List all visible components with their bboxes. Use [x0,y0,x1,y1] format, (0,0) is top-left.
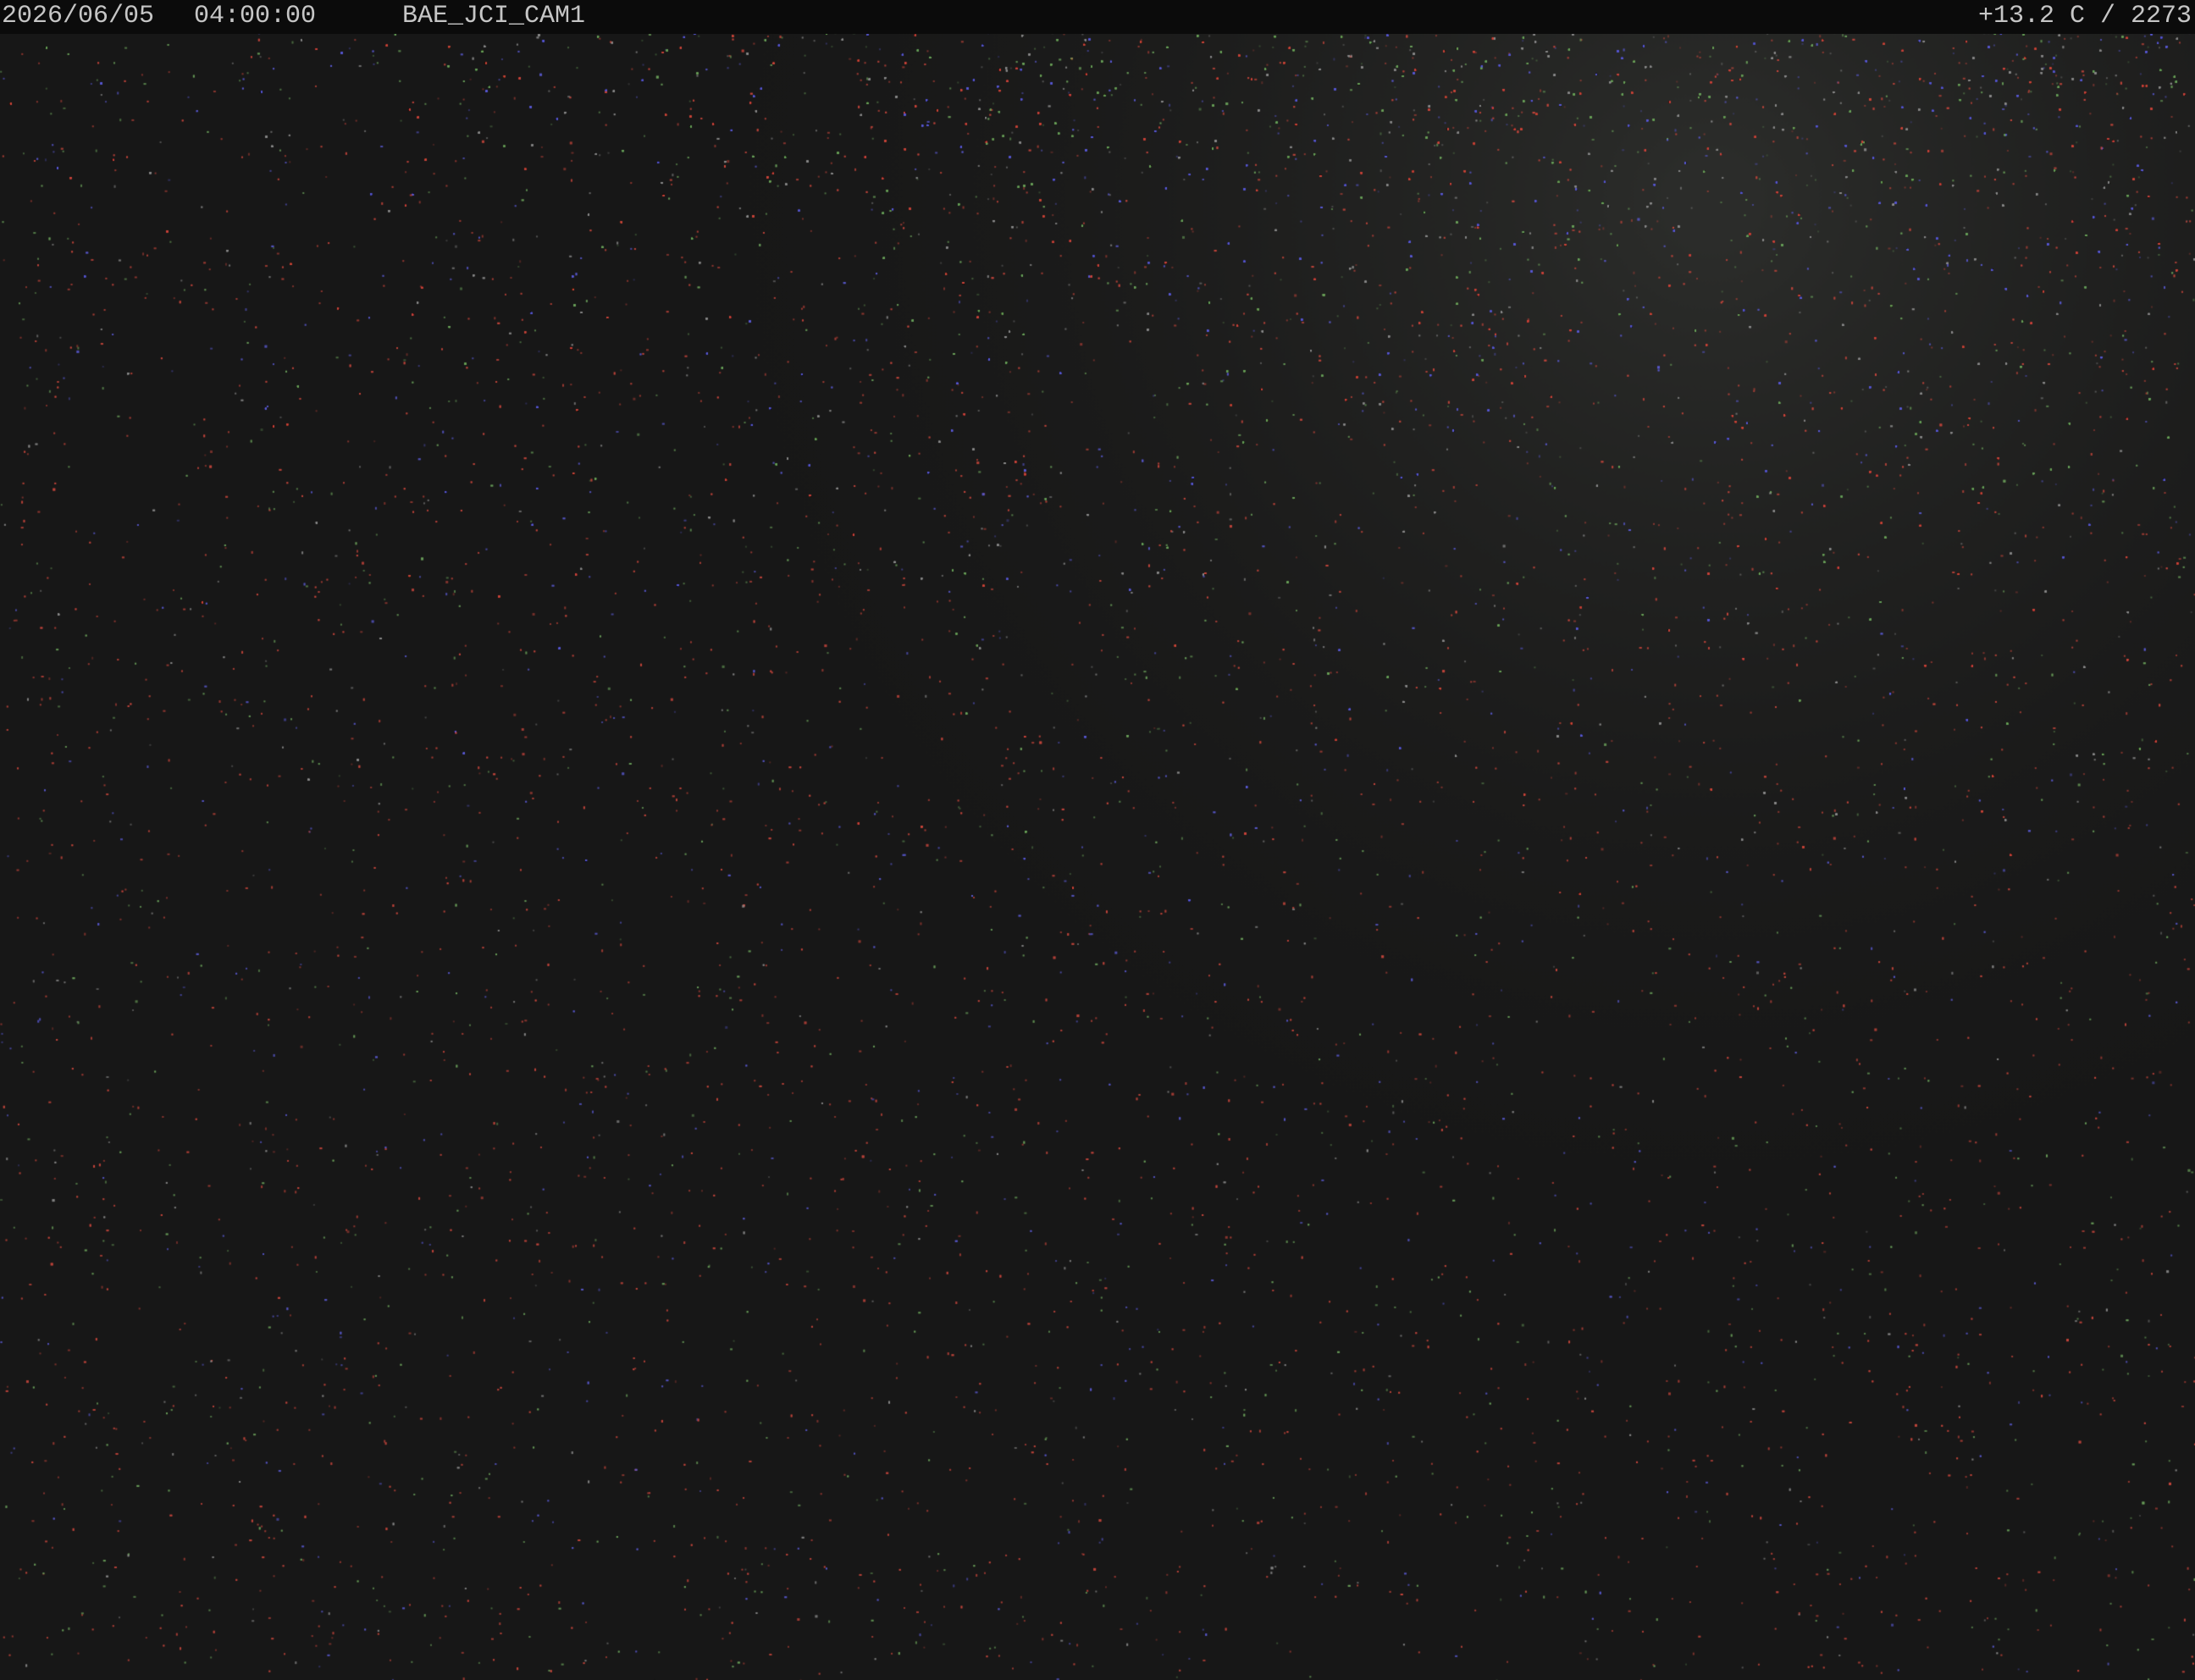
webcam-frame: 2026/06/05 04:00:00 BAE_JCI_CAM1 +13.2 C… [0,0,2195,1680]
timestamp-date: 2026/06/05 [2,2,155,30]
camera-overlay-bar: 2026/06/05 04:00:00 BAE_JCI_CAM1 +13.2 C… [0,0,2195,34]
night-camera-image [0,0,2195,1680]
timestamp-time: 04:00:00 [194,2,317,30]
sensor-readout: +13.2 C / 2273 [1977,2,2192,30]
camera-id-label: BAE_JCI_CAM1 [402,2,586,30]
